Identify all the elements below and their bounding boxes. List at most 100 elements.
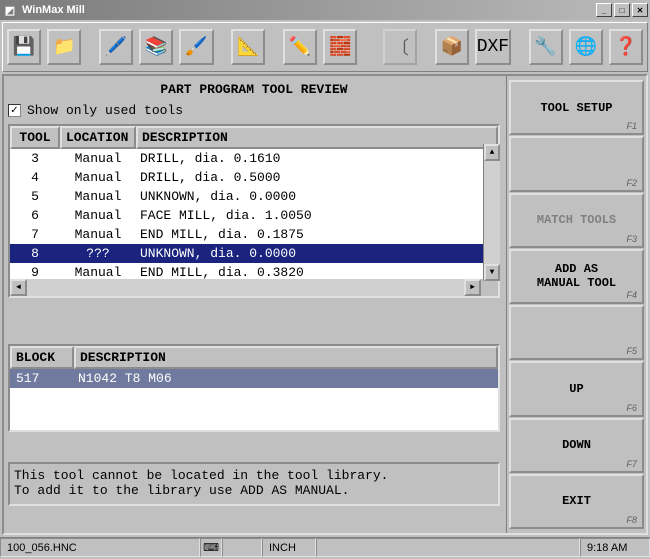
th-block[interactable]: BLOCK <box>10 346 74 369</box>
titlebar: ◩ WinMax Mill _ □ ✕ <box>0 0 650 20</box>
table-row[interactable]: 3ManualDRILL, dia. 0.1610 <box>10 149 498 168</box>
side-button-label: UP <box>569 382 583 396</box>
page-title: PART PROGRAM TOOL REVIEW <box>8 80 500 101</box>
fkey-label: F1 <box>626 121 637 131</box>
scroll-down-button[interactable]: ▼ <box>484 264 500 281</box>
globe-icon[interactable]: 🌐 <box>569 29 603 65</box>
cell-location: Manual <box>60 208 136 223</box>
th-tool[interactable]: TOOL <box>10 126 60 149</box>
app-icon: ◩ <box>2 2 18 18</box>
cell-location: ??? <box>60 246 136 261</box>
scroll-right-button[interactable]: ► <box>464 279 481 296</box>
table-row[interactable]: 6ManualFACE MILL, dia. 1.0050 <box>10 206 498 225</box>
fkey-label: F7 <box>626 459 637 469</box>
status-filename: 100_056.HNC <box>0 538 200 557</box>
status-gap1 <box>222 538 262 557</box>
message-box: This tool cannot be located in the tool … <box>8 462 500 506</box>
cell-tool: 6 <box>10 208 60 223</box>
cell-description: UNKNOWN, dia. 0.0000 <box>136 246 498 261</box>
side-buttons: TOOL SETUPF1 F2 MATCH TOOLS F3 ADD AS MANUAL… <box>506 76 646 533</box>
side-button-f5: F5 <box>509 305 644 360</box>
blocks-icon[interactable]: 🧱 <box>323 29 357 65</box>
cell-description: DRILL, dia. 0.5000 <box>136 170 498 185</box>
scroll-corner <box>481 279 498 296</box>
cell-description: END MILL, dia. 0.1875 <box>136 227 498 242</box>
cell-tool: 9 <box>10 265 60 279</box>
side-button-f8[interactable]: EXIT F8 <box>509 474 644 529</box>
toolbar: 💾📁 🖊️📚🖌️ 📐 ✏️🧱 〔 📦DXF 🔧🌐❓ <box>2 22 648 72</box>
hscroll-track[interactable] <box>27 279 464 296</box>
side-button-f6[interactable]: UP F6 <box>509 361 644 416</box>
show-used-checkbox[interactable]: ✓ <box>8 104 21 117</box>
bracket-icon[interactable]: 〔 <box>383 29 417 65</box>
side-button-f1[interactable]: TOOL SETUPF1 <box>509 80 644 135</box>
minimize-button[interactable]: _ <box>596 3 612 17</box>
statusbar: 100_056.HNC ⌨ INCH 9:18 AM <box>0 537 650 557</box>
message-line2: To add it to the library use ADD AS MANU… <box>14 483 494 498</box>
side-button-label: EXIT <box>562 494 591 508</box>
cell-description: UNKNOWN, dia. 0.0000 <box>136 189 498 204</box>
status-spacer <box>316 538 580 557</box>
library-icon[interactable]: 📚 <box>139 29 173 65</box>
cell-location: Manual <box>60 170 136 185</box>
cube-icon[interactable]: 📦 <box>435 29 469 65</box>
open-file-icon[interactable]: 💾 <box>7 29 41 65</box>
table-row[interactable]: 5ManualUNKNOWN, dia. 0.0000 <box>10 187 498 206</box>
fkey-label: F8 <box>626 515 637 525</box>
side-button-f2: F2 <box>509 136 644 191</box>
fkey-label: F4 <box>626 290 637 300</box>
table-row[interactable]: 8???UNKNOWN, dia. 0.0000 <box>10 244 498 263</box>
cell-location: Manual <box>60 151 136 166</box>
help-icon[interactable]: ❓ <box>609 29 643 65</box>
side-button-label: ADD AS MANUAL TOOL <box>537 262 616 290</box>
show-used-label: Show only used tools <box>27 103 183 118</box>
cell-tool: 7 <box>10 227 60 242</box>
folder-icon[interactable]: 📁 <box>47 29 81 65</box>
cell-tool: 8 <box>10 246 60 261</box>
side-button-label: MATCH TOOLS <box>537 213 616 227</box>
cell-description: FACE MILL, dia. 1.0050 <box>136 208 498 223</box>
message-line1: This tool cannot be located in the tool … <box>14 468 494 483</box>
cell-block: 517 <box>10 371 74 386</box>
tool-icon[interactable]: 🖊️ <box>99 29 133 65</box>
fkey-label: F5 <box>626 346 637 356</box>
th-location[interactable]: LOCATION <box>60 126 136 149</box>
th-block-description[interactable]: DESCRIPTION <box>74 346 498 369</box>
fkey-label: F6 <box>626 403 637 413</box>
side-button-f4[interactable]: ADD AS MANUAL TOOL F4 <box>509 249 644 304</box>
side-button-label: DOWN <box>562 438 591 452</box>
edit-icon[interactable]: ✏️ <box>283 29 317 65</box>
tools2-icon[interactable]: 🔧 <box>529 29 563 65</box>
tools-icon[interactable]: 🖌️ <box>179 29 213 65</box>
fkey-label: F3 <box>626 234 637 244</box>
scroll-left-button[interactable]: ◄ <box>10 279 27 296</box>
table-row[interactable]: 7ManualEND MILL, dia. 0.1875 <box>10 225 498 244</box>
status-units: INCH <box>262 538 316 557</box>
cell-location: Manual <box>60 189 136 204</box>
cell-tool: 5 <box>10 189 60 204</box>
cell-description: END MILL, dia. 0.3820 <box>136 265 498 279</box>
keyboard-icon[interactable]: ⌨ <box>200 538 222 557</box>
dxf-icon[interactable]: DXF <box>475 29 511 65</box>
close-button[interactable]: ✕ <box>632 3 648 17</box>
tool-table: TOOL LOCATION DESCRIPTION 3ManualDRILL, … <box>8 124 500 298</box>
maximize-button[interactable]: □ <box>614 3 630 17</box>
th-description[interactable]: DESCRIPTION <box>136 126 498 149</box>
block-table: BLOCK DESCRIPTION 517N1042 T8 M06 <box>8 344 500 432</box>
block-row[interactable]: 517N1042 T8 M06 <box>10 369 498 388</box>
window-title: WinMax Mill <box>22 4 85 16</box>
scroll-up-button[interactable]: ▲ <box>484 144 500 161</box>
cell-tool: 4 <box>10 170 60 185</box>
table-row[interactable]: 4ManualDRILL, dia. 0.5000 <box>10 168 498 187</box>
cell-location: Manual <box>60 227 136 242</box>
fkey-label: F2 <box>626 178 637 188</box>
side-button-f7[interactable]: DOWN F7 <box>509 418 644 473</box>
cell-tool: 3 <box>10 151 60 166</box>
cell-description: DRILL, dia. 0.1610 <box>136 151 498 166</box>
cell-block-desc: N1042 T8 M06 <box>74 371 498 386</box>
table-row[interactable]: 9ManualEND MILL, dia. 0.3820 <box>10 263 498 279</box>
axes-icon[interactable]: 📐 <box>231 29 265 65</box>
side-button-f3: MATCH TOOLS F3 <box>509 193 644 248</box>
cell-location: Manual <box>60 265 136 279</box>
status-time: 9:18 AM <box>580 538 650 557</box>
